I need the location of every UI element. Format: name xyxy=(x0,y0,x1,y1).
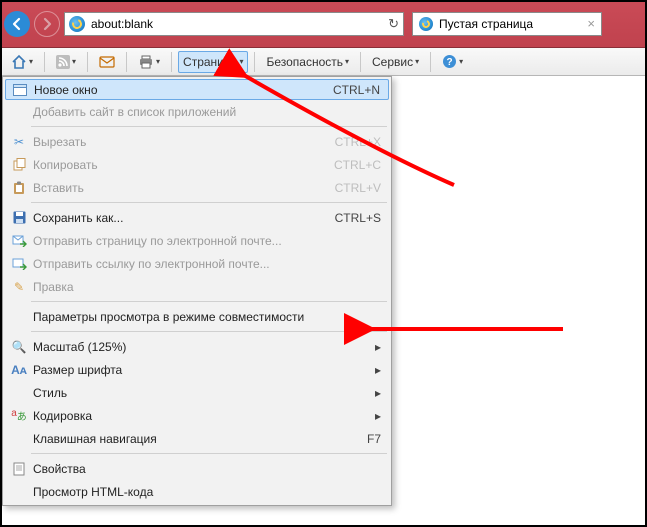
safety-menu-button[interactable]: Безопасность▾ xyxy=(261,51,354,73)
submenu-arrow-icon: ▸ xyxy=(375,409,381,423)
copy-icon xyxy=(9,158,29,171)
paste-icon xyxy=(9,181,29,195)
printer-icon xyxy=(138,55,154,69)
ie-icon xyxy=(69,16,85,32)
feeds-button[interactable]: ▾ xyxy=(51,51,81,73)
save-icon xyxy=(9,211,29,224)
menu-view-source[interactable]: Просмотр HTML-кода xyxy=(5,480,389,503)
window-icon xyxy=(10,84,30,96)
tab[interactable]: Пустая страница × xyxy=(412,12,602,36)
menu-style[interactable]: Стиль ▸ xyxy=(5,381,389,404)
menu-zoom[interactable]: 🔍 Масштаб (125%) ▸ xyxy=(5,335,389,358)
home-button[interactable]: ▾ xyxy=(6,50,38,74)
submenu-arrow-icon: ▸ xyxy=(375,363,381,377)
menu-add-site-apps: Добавить сайт в список приложений xyxy=(5,100,389,123)
text-size-icon: Aᴀ xyxy=(9,363,29,377)
menu-properties[interactable]: Свойства xyxy=(5,457,389,480)
mail-icon xyxy=(99,56,115,68)
tab-title: Пустая страница xyxy=(439,17,533,31)
properties-icon xyxy=(9,462,29,476)
forward-button[interactable] xyxy=(34,11,60,37)
menu-compat-view-settings[interactable]: Параметры просмотра в режиме совместимос… xyxy=(5,305,389,328)
tab-strip: Пустая страница × xyxy=(408,12,643,36)
back-button[interactable] xyxy=(4,11,30,37)
home-icon xyxy=(11,54,27,70)
page-menu-button[interactable]: Страница▾ xyxy=(178,51,248,73)
page-label: Страница xyxy=(183,55,237,69)
tools-label: Сервис xyxy=(372,55,413,69)
send-link-icon xyxy=(9,258,29,270)
tab-close-icon[interactable]: × xyxy=(587,16,595,31)
menu-paste: Вставить CTRL+V xyxy=(5,176,389,199)
menu-send-page-email: Отправить страницу по электронной почте.… xyxy=(5,229,389,252)
submenu-arrow-icon: ▸ xyxy=(375,340,381,354)
send-page-icon xyxy=(9,235,29,247)
refresh-icon[interactable]: ↻ xyxy=(388,16,399,32)
page-dropdown-menu: Новое окно CTRL+N Добавить сайт в список… xyxy=(2,76,392,506)
rss-icon xyxy=(56,55,70,69)
svg-text:?: ? xyxy=(447,57,453,68)
encoding-icon: aあ xyxy=(9,408,29,423)
menu-edit: ✎ Правка xyxy=(5,275,389,298)
tools-menu-button[interactable]: Сервис▾ xyxy=(367,51,424,73)
menu-cut: ✂ Вырезать CTRL+X xyxy=(5,130,389,153)
menu-save-as[interactable]: Сохранить как... CTRL+S xyxy=(5,206,389,229)
help-button[interactable]: ? ▾ xyxy=(437,50,468,73)
menu-copy: Копировать CTRL+C xyxy=(5,153,389,176)
print-button[interactable]: ▾ xyxy=(133,51,165,73)
submenu-arrow-icon: ▸ xyxy=(375,386,381,400)
pencil-icon: ✎ xyxy=(9,280,29,294)
help-icon: ? xyxy=(442,54,457,69)
zoom-icon: 🔍 xyxy=(9,340,29,354)
menu-new-window[interactable]: Новое окно CTRL+N xyxy=(5,79,389,100)
safety-label: Безопасность xyxy=(266,55,343,69)
address-text: about:blank xyxy=(91,17,153,31)
command-bar: ▾ ▾ ▾ Страница▾ Безопасность▾ Сервис▾ ? … xyxy=(0,48,647,76)
menu-encoding[interactable]: aあ Кодировка ▸ xyxy=(5,404,389,427)
titlebar: about:blank ↻ Пустая страница × xyxy=(0,0,647,48)
scissors-icon: ✂ xyxy=(9,135,29,149)
read-mail-button[interactable] xyxy=(94,52,120,72)
menu-text-size[interactable]: Aᴀ Размер шрифта ▸ xyxy=(5,358,389,381)
menu-send-link-email: Отправить ссылку по электронной почте... xyxy=(5,252,389,275)
address-bar[interactable]: about:blank ↻ xyxy=(64,12,404,36)
menu-caret-browsing[interactable]: Клавишная навигация F7 xyxy=(5,427,389,450)
ie-icon xyxy=(419,17,433,31)
